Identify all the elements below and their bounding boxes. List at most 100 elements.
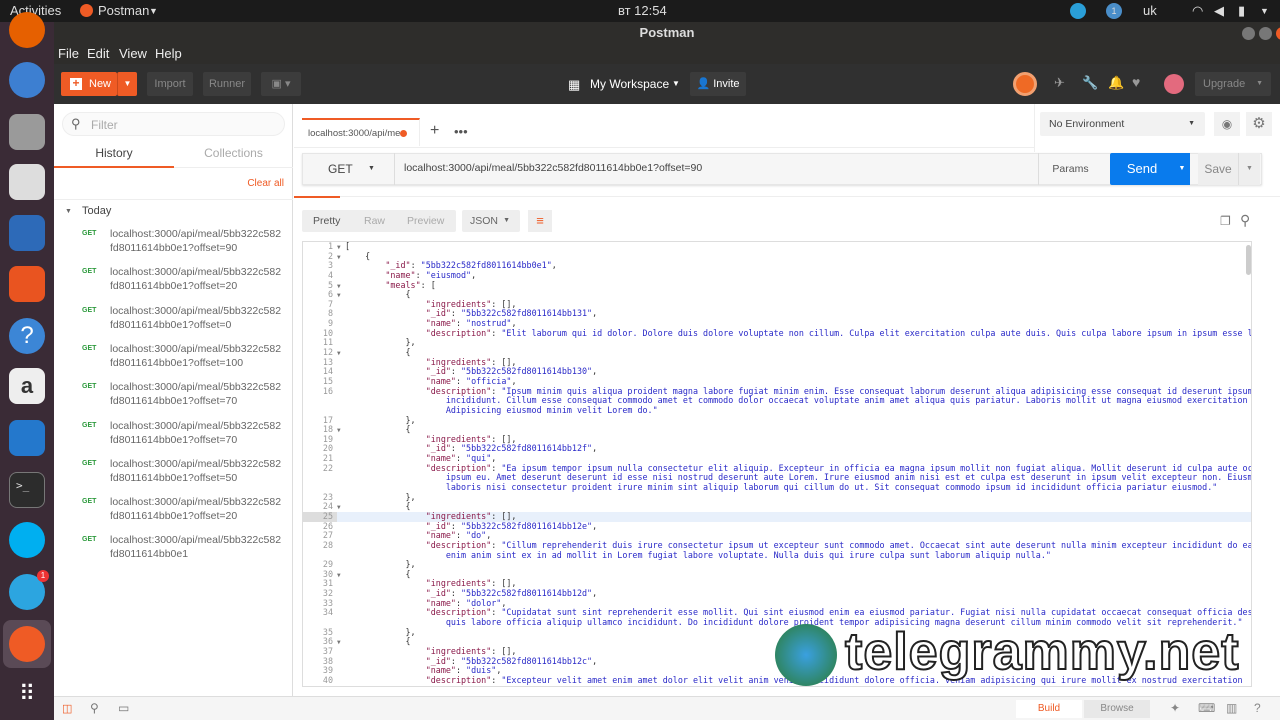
build-mode-button[interactable]: Build bbox=[1016, 700, 1082, 718]
code-text: "name": "nostrud", bbox=[425, 318, 517, 329]
response-body[interactable]: 1 ▼[2 ▼ {3 "_id": "5bb322c582fd8011614bb0e… bbox=[302, 241, 1252, 687]
upgrade-button[interactable]: Upgrade ▼ bbox=[1195, 72, 1271, 96]
history-group-today[interactable]: Today bbox=[82, 205, 111, 217]
plus-icon: + bbox=[70, 77, 82, 90]
code-text: "meals": [ bbox=[385, 279, 436, 290]
window-title: Postman bbox=[639, 25, 695, 40]
telegram-icon[interactable]: 1 bbox=[9, 570, 49, 610]
menu-view[interactable]: View bbox=[119, 46, 147, 61]
sidebar-toggle-icon[interactable]: ◫ bbox=[62, 702, 72, 715]
clock[interactable]: вт 12:54 bbox=[618, 3, 667, 18]
params-button[interactable]: Params bbox=[1038, 153, 1102, 185]
postman-dock-icon[interactable] bbox=[3, 620, 51, 668]
eye-icon[interactable]: ◉ bbox=[1214, 112, 1240, 136]
history-item[interactable]: GET localhost:3000/api/meal/5bb322c582 fd8… bbox=[54, 303, 293, 341]
writer-icon[interactable] bbox=[9, 215, 45, 251]
keyboard-icon[interactable]: ⌨ bbox=[1198, 701, 1215, 715]
maximize-button[interactable] bbox=[1259, 27, 1272, 40]
console-icon[interactable]: ▭ bbox=[118, 701, 129, 715]
code-text: { bbox=[345, 250, 371, 261]
show-apps-icon[interactable]: ⠿ bbox=[9, 676, 45, 712]
bulb-icon[interactable]: ✦ bbox=[1170, 701, 1180, 715]
workspace-selector[interactable]: My Workspace bbox=[590, 77, 669, 91]
history-item[interactable]: GET localhost:3000/api/meal/5bb322c582 fd8… bbox=[54, 418, 293, 456]
wrap-lines-icon[interactable]: ≡ bbox=[528, 210, 552, 232]
layout-icon[interactable]: ▥ bbox=[1226, 701, 1237, 715]
invite-button[interactable]: 👤 Invite bbox=[690, 72, 746, 96]
new-tab-button[interactable]: + bbox=[430, 122, 439, 140]
scrollbar[interactable] bbox=[1246, 245, 1251, 275]
skype-tray-icon[interactable] bbox=[1070, 3, 1086, 19]
code-text: [ bbox=[345, 241, 351, 251]
history-item[interactable]: GET localhost:3000/api/meal/5bb322c582 fd8… bbox=[54, 264, 293, 302]
heart-icon[interactable]: ♥ bbox=[1132, 74, 1140, 90]
minimize-button[interactable] bbox=[1242, 27, 1255, 40]
format-select[interactable]: JSON ▼ bbox=[462, 210, 520, 232]
firefox-icon[interactable] bbox=[9, 12, 45, 48]
import-button[interactable]: Import bbox=[147, 72, 193, 96]
history-item[interactable]: GET localhost:3000/api/meal/5bb322c582 fd8… bbox=[54, 456, 293, 494]
skype-icon[interactable] bbox=[9, 522, 45, 558]
environment-select[interactable]: No Environment ▼ bbox=[1040, 112, 1205, 136]
software-center-icon[interactable] bbox=[9, 266, 45, 302]
help-icon[interactable]: ? bbox=[9, 318, 45, 354]
method-select[interactable]: GET ▼ bbox=[302, 153, 394, 185]
view-preview[interactable]: Preview bbox=[407, 215, 444, 227]
send-button[interactable]: Send bbox=[1110, 153, 1174, 185]
new-dropdown[interactable]: ▼ bbox=[117, 72, 137, 96]
menu-edit[interactable]: Edit bbox=[87, 46, 109, 61]
view-raw[interactable]: Raw bbox=[364, 215, 385, 227]
url-input[interactable]: localhost:3000/api/meal/5bb322c582fd8011… bbox=[394, 153, 1038, 185]
collapse-icon[interactable]: ▼ bbox=[65, 208, 72, 215]
history-item[interactable]: GET localhost:3000/api/meal/5bb322c582 fd8… bbox=[54, 494, 293, 532]
wifi-icon[interactable]: ◠ bbox=[1192, 3, 1203, 19]
battery-icon[interactable]: ▮ bbox=[1238, 3, 1245, 19]
vscode-icon[interactable] bbox=[9, 420, 45, 456]
volume-icon[interactable]: ◀ bbox=[1214, 3, 1224, 19]
more-tabs-button[interactable]: ••• bbox=[454, 124, 468, 139]
send-dropdown[interactable]: ▼ bbox=[1174, 153, 1190, 185]
sync-icon[interactable] bbox=[1013, 72, 1037, 96]
search-response-icon[interactable]: ⚲ bbox=[1240, 212, 1250, 229]
tab-collections[interactable]: Collections bbox=[174, 142, 293, 168]
save-dropdown[interactable]: ▼ bbox=[1238, 153, 1260, 185]
bell-icon[interactable]: 🔔 bbox=[1108, 75, 1124, 91]
history-url: localhost:3000/api/meal/5bb322c582 fd8011… bbox=[110, 419, 281, 447]
history-item[interactable]: GET localhost:3000/api/meal/5bb322c582 fd8… bbox=[54, 532, 293, 570]
help-icon[interactable]: ? bbox=[1254, 701, 1261, 715]
menu-help[interactable]: Help bbox=[155, 46, 182, 61]
avatar[interactable] bbox=[1164, 74, 1184, 94]
code-text: }, bbox=[345, 626, 416, 637]
wrench-icon[interactable]: 🔧 bbox=[1082, 75, 1098, 91]
runner-button[interactable]: Runner bbox=[203, 72, 251, 96]
find-icon[interactable]: ⚲ bbox=[90, 701, 99, 715]
gear-icon[interactable]: ⚙ bbox=[1246, 112, 1272, 136]
close-button[interactable] bbox=[1276, 27, 1280, 40]
line-number: 34 bbox=[322, 607, 333, 618]
clear-all-link[interactable]: Clear all bbox=[247, 178, 284, 189]
app-menu[interactable]: Postman bbox=[98, 3, 149, 18]
thunderbird-icon[interactable] bbox=[9, 62, 45, 98]
menu-file[interactable]: File bbox=[58, 46, 79, 61]
environment-label: No Environment bbox=[1049, 118, 1125, 130]
amazon-icon[interactable]: a bbox=[9, 368, 45, 404]
system-menu-icon[interactable]: ▼ bbox=[1260, 6, 1269, 16]
satellite-icon[interactable]: ✈ bbox=[1054, 75, 1065, 91]
new-window-button[interactable]: ▣ ▾ bbox=[261, 72, 301, 96]
save-button[interactable]: Save bbox=[1198, 153, 1238, 185]
tab-history[interactable]: History bbox=[54, 142, 174, 168]
history-item[interactable]: GET localhost:3000/api/meal/5bb322c582 fd8… bbox=[54, 341, 293, 379]
history-item[interactable]: GET localhost:3000/api/meal/5bb322c582 fd8… bbox=[54, 379, 293, 417]
view-pretty[interactable]: Pretty bbox=[313, 215, 340, 227]
copy-icon[interactable]: ❐ bbox=[1220, 214, 1231, 228]
new-button[interactable]: + New bbox=[61, 72, 117, 96]
browse-mode-button[interactable]: Browse bbox=[1084, 700, 1150, 718]
filter-input[interactable]: ⚲ Filter bbox=[62, 112, 285, 136]
notification-tray-icon[interactable]: 1 bbox=[1106, 3, 1122, 19]
terminal-icon[interactable]: >_ bbox=[9, 472, 45, 508]
files-icon[interactable] bbox=[9, 114, 45, 150]
language-indicator[interactable]: uk bbox=[1143, 3, 1157, 18]
request-tab[interactable]: localhost:3000/api/me bbox=[302, 118, 420, 146]
rhythmbox-icon[interactable] bbox=[9, 164, 45, 200]
history-item[interactable]: GET localhost:3000/api/meal/5bb322c582 fd8… bbox=[54, 226, 293, 264]
